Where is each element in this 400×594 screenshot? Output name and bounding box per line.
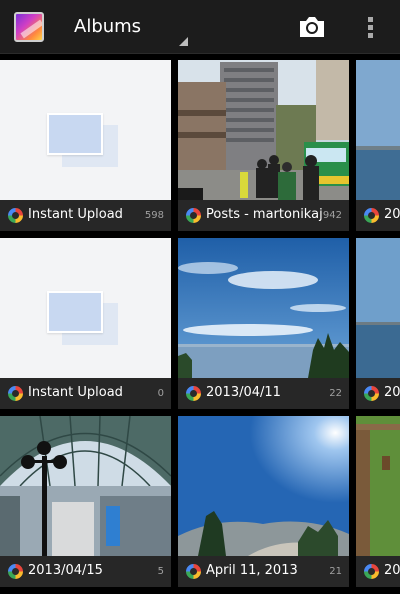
album-tile[interactable]: Posts - martonikaj 942 xyxy=(178,60,349,231)
album-placeholder-thumbnail xyxy=(0,238,171,378)
album-label: Instant Upload 598 xyxy=(0,200,171,231)
spinner-indicator-icon xyxy=(179,37,188,46)
action-bar: Albums xyxy=(0,0,400,54)
album-tile[interactable]: Instant Upload 0 xyxy=(0,238,171,409)
album-thumbnail xyxy=(178,238,349,378)
album-tile[interactable]: 201 xyxy=(356,416,400,587)
album-thumbnail xyxy=(356,416,400,556)
album-placeholder-thumbnail xyxy=(0,60,171,200)
camera-icon[interactable] xyxy=(296,12,328,42)
album-thumbnail xyxy=(0,416,171,556)
album-thumbnail xyxy=(178,60,349,200)
album-name: 201 xyxy=(384,207,400,222)
album-tile[interactable]: 201 xyxy=(356,60,400,231)
album-label: April 11, 2013 21 xyxy=(178,556,349,587)
picasa-icon xyxy=(364,564,379,579)
album-grid: Instant Upload 598 Posts - martonikaj 94… xyxy=(0,60,400,594)
picasa-icon xyxy=(364,386,379,401)
gallery-app-icon[interactable] xyxy=(14,12,44,42)
album-label: Instant Upload 0 xyxy=(0,378,171,409)
album-thumbnail xyxy=(356,238,400,378)
album-tile[interactable]: 2013/04/15 5 xyxy=(0,416,171,587)
album-label: 2013/04/15 5 xyxy=(0,556,171,587)
album-name: 201 xyxy=(384,385,400,400)
album-count: 22 xyxy=(329,388,342,399)
overflow-menu-icon[interactable] xyxy=(356,12,386,42)
album-thumbnail xyxy=(356,60,400,200)
album-name: 201 xyxy=(384,563,400,578)
picasa-icon xyxy=(364,208,379,223)
album-label: 201 xyxy=(356,200,400,231)
album-label: 201 xyxy=(356,556,400,587)
album-count: 0 xyxy=(157,388,164,399)
album-count: 5 xyxy=(157,566,164,577)
picasa-icon xyxy=(186,208,201,223)
album-thumbnail xyxy=(178,416,349,556)
album-name: Instant Upload xyxy=(28,385,123,400)
album-tile[interactable]: 2013/04/11 22 xyxy=(178,238,349,409)
picasa-icon xyxy=(8,564,23,579)
album-name: Posts - martonikaj xyxy=(206,207,323,222)
album-tile[interactable]: 201 xyxy=(356,238,400,409)
picasa-icon xyxy=(8,208,23,223)
album-name: April 11, 2013 xyxy=(206,563,298,578)
page-title: Albums xyxy=(74,16,142,37)
album-label: Posts - martonikaj 942 xyxy=(178,200,349,231)
album-count: 21 xyxy=(329,566,342,577)
album-name: 2013/04/15 xyxy=(28,563,103,578)
album-tile[interactable]: April 11, 2013 21 xyxy=(178,416,349,587)
album-view-spinner[interactable]: Albums xyxy=(62,0,192,54)
album-count: 598 xyxy=(144,210,164,221)
album-name: 2013/04/11 xyxy=(206,385,281,400)
album-tile[interactable]: Instant Upload 598 xyxy=(0,60,171,231)
picasa-icon xyxy=(8,386,23,401)
album-label: 201 xyxy=(356,378,400,409)
album-label: 2013/04/11 22 xyxy=(178,378,349,409)
album-count: 942 xyxy=(322,210,342,221)
picasa-icon xyxy=(186,564,201,579)
picasa-icon xyxy=(186,386,201,401)
album-name: Instant Upload xyxy=(28,207,123,222)
